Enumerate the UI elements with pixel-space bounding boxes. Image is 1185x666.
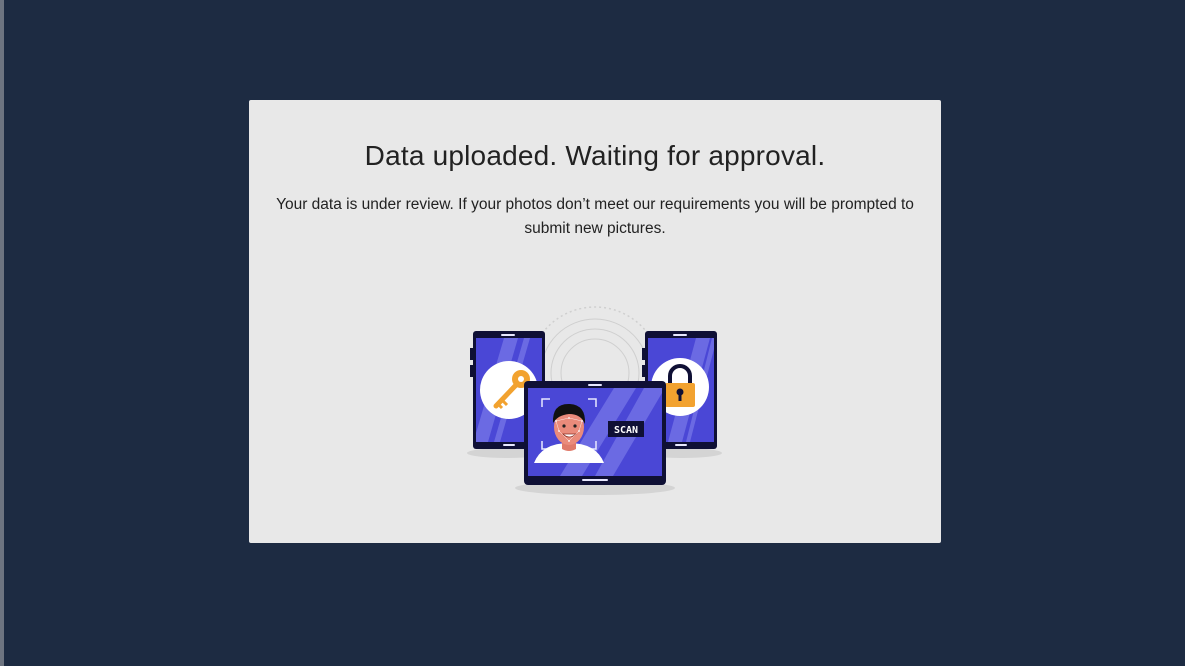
scan-badge: SCAN — [608, 421, 644, 437]
window-left-edge — [0, 0, 4, 666]
tablet: SCAN — [524, 381, 666, 485]
scan-label: SCAN — [614, 425, 638, 436]
verification-illustration: SCAN — [467, 306, 722, 495]
status-card: Data uploaded. Waiting for approval. You… — [249, 100, 941, 543]
page-title: Data uploaded. Waiting for approval. — [364, 140, 826, 171]
status-message: Your data is under review. If your photo… — [276, 196, 914, 237]
